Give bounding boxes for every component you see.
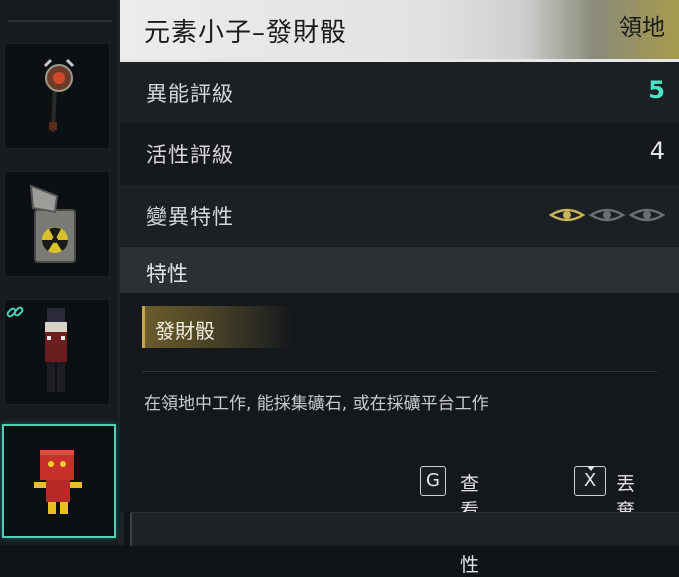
inventory-slot-4-selected[interactable] (2, 424, 116, 538)
traits-section-header: 特性 (120, 247, 679, 293)
trait-description: 在領地中工作, 能採集礦石, 或在採礦平台工作 (144, 394, 489, 414)
territory-tag: 領地 (619, 15, 665, 41)
inventory-slot-1[interactable] (4, 43, 110, 149)
link-icon (6, 306, 24, 318)
mutation-eyes-indicator (549, 208, 665, 222)
stat-row-activity: 活性評級 4 (120, 123, 679, 184)
item-title: 元素小子–發財骰 (144, 18, 348, 48)
traits-heading: 特性 (146, 262, 188, 286)
red-box-robot-icon (34, 450, 82, 514)
stat-row-ability: 異能評級 5 (120, 62, 679, 123)
item-header: 元素小子–發財骰 領地 (120, 0, 679, 59)
eye-icon-inactive (588, 208, 626, 222)
item-detail-panel: 元素小子–發財骰 領地 異能評級 5 活性評級 4 變異特性 特性 發財骰 在領… (120, 0, 679, 576)
trait-chip[interactable]: 發財骰 (142, 306, 292, 348)
key-x-label: X (583, 470, 597, 491)
radiation-lighter-icon (29, 184, 76, 263)
inventory-column (0, 0, 122, 545)
trait-chip-label: 發財骰 (155, 319, 215, 343)
key-x-marker (587, 466, 595, 471)
stat-value: 4 (649, 137, 665, 165)
key-x-icon[interactable]: X (574, 466, 606, 496)
stat-label: 異能評級 (146, 82, 234, 106)
inventory-top-divider (8, 20, 112, 22)
traits-divider (142, 371, 657, 372)
eye-icon-inactive (628, 208, 665, 222)
stat-row-mutation: 變異特性 (120, 185, 679, 246)
round-lantern-icon (43, 58, 75, 133)
eye-icon-active (549, 208, 586, 222)
stat-label: 活性評級 (146, 143, 234, 167)
key-g-icon[interactable]: G (420, 466, 446, 496)
inventory-slot-2[interactable] (4, 171, 110, 277)
stat-value: 5 (648, 76, 665, 104)
footer-strip (130, 512, 679, 546)
stat-label: 變異特性 (146, 205, 234, 229)
footer-edge (130, 513, 132, 546)
